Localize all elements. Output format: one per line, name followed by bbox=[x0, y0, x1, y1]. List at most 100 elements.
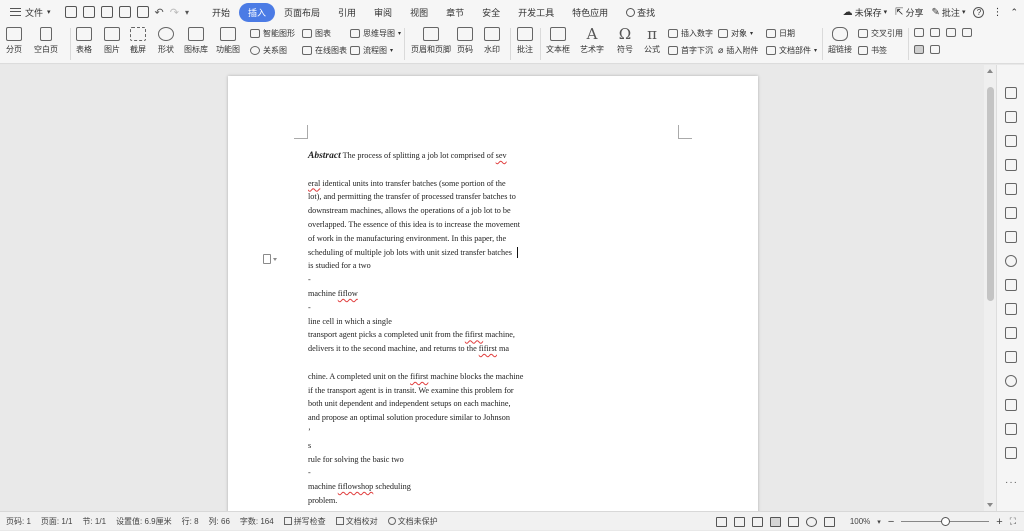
settings-sliders-icon[interactable] bbox=[1005, 231, 1017, 243]
table-button[interactable]: 表格 bbox=[76, 27, 92, 55]
tab-references[interactable]: 引用 bbox=[329, 3, 365, 22]
symbol-button[interactable]: Ω 符号 bbox=[617, 27, 633, 55]
relation-chart-button[interactable]: 关系图 bbox=[250, 45, 287, 56]
document-body[interactable]: Abstract The process of splitting a job … bbox=[308, 149, 628, 508]
zoom-knob[interactable] bbox=[940, 516, 950, 526]
tab-insert[interactable]: 插入 bbox=[239, 2, 276, 22]
tab-find[interactable]: 查找 bbox=[617, 3, 664, 22]
function-chart-button[interactable]: 功能图 bbox=[216, 27, 240, 55]
textbox-button[interactable]: 文本框 bbox=[546, 27, 570, 55]
zoom-out-icon[interactable]: − bbox=[888, 516, 894, 528]
insert-number-button[interactable]: 插入数字 bbox=[668, 28, 713, 39]
save-icon[interactable] bbox=[64, 6, 77, 18]
scroll-down-icon[interactable] bbox=[987, 503, 993, 507]
vertical-scrollbar[interactable] bbox=[984, 65, 996, 511]
fullscreen-icon[interactable] bbox=[715, 516, 727, 527]
layout-icon[interactable] bbox=[962, 28, 972, 37]
tab-home[interactable]: 开始 bbox=[203, 3, 239, 22]
cross-reference-button[interactable]: 交叉引用 bbox=[858, 28, 903, 39]
paragraph-menu-button[interactable] bbox=[263, 254, 277, 264]
outline-view-icon[interactable] bbox=[787, 516, 799, 527]
shapes-icon[interactable] bbox=[1005, 135, 1017, 147]
bookmark-button[interactable]: 书签 bbox=[858, 45, 887, 56]
read-mode-icon[interactable] bbox=[733, 516, 745, 527]
zoom-value[interactable]: 100% bbox=[850, 517, 870, 526]
online-chart-button[interactable]: 在线图表 bbox=[302, 45, 347, 56]
formula-button[interactable]: π 公式 bbox=[644, 27, 660, 55]
document-page[interactable]: Abstract The process of splitting a job … bbox=[228, 76, 758, 511]
misspelled-word[interactable]: fifirst bbox=[410, 372, 428, 381]
doc-protection-button[interactable]: 文档未保护 bbox=[387, 516, 438, 527]
chart-button[interactable]: 图表 bbox=[302, 28, 331, 39]
sort-icon[interactable] bbox=[1005, 447, 1017, 459]
smart-graphic-button[interactable]: 智能图形 bbox=[250, 28, 295, 39]
misspelled-word[interactable]: fifirst bbox=[465, 330, 483, 339]
help-icon[interactable]: ? bbox=[973, 6, 985, 18]
screenshot-button[interactable]: 截屏 bbox=[130, 27, 146, 55]
layout-icon[interactable] bbox=[930, 45, 940, 54]
flowchart-button[interactable]: 流程图 ▾ bbox=[350, 45, 393, 56]
misspelled-word[interactable]: fifirst bbox=[479, 344, 497, 353]
layout-panel-icon[interactable] bbox=[1005, 399, 1017, 411]
misspelled-word[interactable]: sev bbox=[496, 151, 507, 160]
redo-icon[interactable]: ↷ bbox=[170, 6, 179, 19]
share-button[interactable]: ⇱ 分享 bbox=[895, 6, 923, 19]
layout-icon[interactable] bbox=[946, 28, 956, 37]
comment-button[interactable]: 批注 bbox=[517, 27, 533, 55]
setting-value-status[interactable]: 设置值: 6.9厘米 bbox=[116, 516, 172, 527]
file-menu-button[interactable]: 文件 ▾ bbox=[6, 4, 55, 21]
fit-page-icon[interactable]: ⛶ bbox=[1010, 516, 1016, 527]
undo-icon[interactable]: ↶ bbox=[155, 6, 164, 19]
zoom-slider[interactable] bbox=[901, 516, 990, 527]
translate-icon[interactable] bbox=[1005, 327, 1017, 339]
hyperlink-button[interactable]: 超链接 bbox=[828, 27, 852, 55]
page-number-status[interactable]: 页码: 1 bbox=[6, 516, 31, 527]
customize-toolbar-icon[interactable]: ▾ bbox=[185, 8, 189, 17]
apps-icon[interactable] bbox=[1005, 423, 1017, 435]
page-view-icon[interactable] bbox=[769, 516, 781, 527]
object-button[interactable]: 对象 ▾ bbox=[718, 28, 753, 39]
page-number-button[interactable]: 页码 bbox=[457, 27, 473, 55]
tab-page-layout[interactable]: 页面布局 bbox=[275, 3, 329, 22]
history-icon[interactable] bbox=[1005, 255, 1017, 267]
eye-protection-icon[interactable] bbox=[823, 516, 835, 527]
picture-panel-icon[interactable] bbox=[1005, 351, 1017, 363]
insert-attachment-button[interactable]: ⌀ 插入附件 bbox=[718, 45, 758, 56]
layout-icon[interactable] bbox=[930, 28, 940, 37]
comment-menu-button[interactable]: ✎ 批注 ▾ bbox=[932, 6, 966, 19]
help-panel-icon[interactable] bbox=[1005, 303, 1017, 315]
print-icon[interactable] bbox=[100, 6, 113, 18]
tab-security[interactable]: 安全 bbox=[473, 3, 509, 22]
watermark-button[interactable]: 水印 bbox=[484, 27, 500, 55]
chevron-down-icon[interactable]: ▾ bbox=[877, 518, 881, 526]
shape-button[interactable]: 形状 bbox=[158, 27, 174, 55]
tab-review[interactable]: 审阅 bbox=[365, 3, 401, 22]
date-button[interactable]: 日期 bbox=[766, 28, 795, 39]
misspelled-word[interactable]: fiflow bbox=[338, 289, 358, 298]
page-break-button[interactable]: 分页 bbox=[6, 27, 22, 55]
pen-icon[interactable] bbox=[1005, 87, 1017, 99]
format-painter-icon[interactable] bbox=[136, 6, 149, 18]
misspelled-word[interactable]: eral bbox=[308, 179, 320, 188]
layout-icon[interactable] bbox=[914, 28, 924, 37]
doc-parts-button[interactable]: 文档部件 ▾ bbox=[766, 45, 817, 56]
doc-proof-button[interactable]: 文档校对 bbox=[335, 516, 378, 527]
word-count-status[interactable]: 字数: 164 bbox=[240, 516, 274, 527]
section-status[interactable]: 节: 1/1 bbox=[82, 516, 106, 527]
tab-chapter[interactable]: 章节 bbox=[437, 3, 473, 22]
tool-icon[interactable] bbox=[1005, 279, 1017, 291]
style-icon[interactable] bbox=[1005, 159, 1017, 171]
tab-features[interactable]: 特色应用 bbox=[563, 3, 617, 22]
web-view-icon[interactable] bbox=[805, 516, 817, 527]
unsaved-button[interactable]: ☁ 未保存 ▾ bbox=[843, 6, 888, 19]
collapse-ribbon-icon[interactable]: ⌃ bbox=[1010, 7, 1018, 18]
drop-cap-button[interactable]: 首字下沉 bbox=[668, 45, 713, 56]
tab-view[interactable]: 视图 bbox=[401, 3, 437, 22]
download-icon[interactable] bbox=[1005, 375, 1017, 387]
scroll-up-icon[interactable] bbox=[987, 69, 993, 73]
blank-page-button[interactable]: 空白页 bbox=[34, 27, 58, 55]
table-panel-icon[interactable] bbox=[1005, 207, 1017, 219]
mind-map-button[interactable]: 思维导图 ▾ bbox=[350, 28, 401, 39]
pages-status[interactable]: 页面: 1/1 bbox=[41, 516, 73, 527]
document-workspace[interactable]: Abstract The process of splitting a job … bbox=[0, 65, 984, 511]
